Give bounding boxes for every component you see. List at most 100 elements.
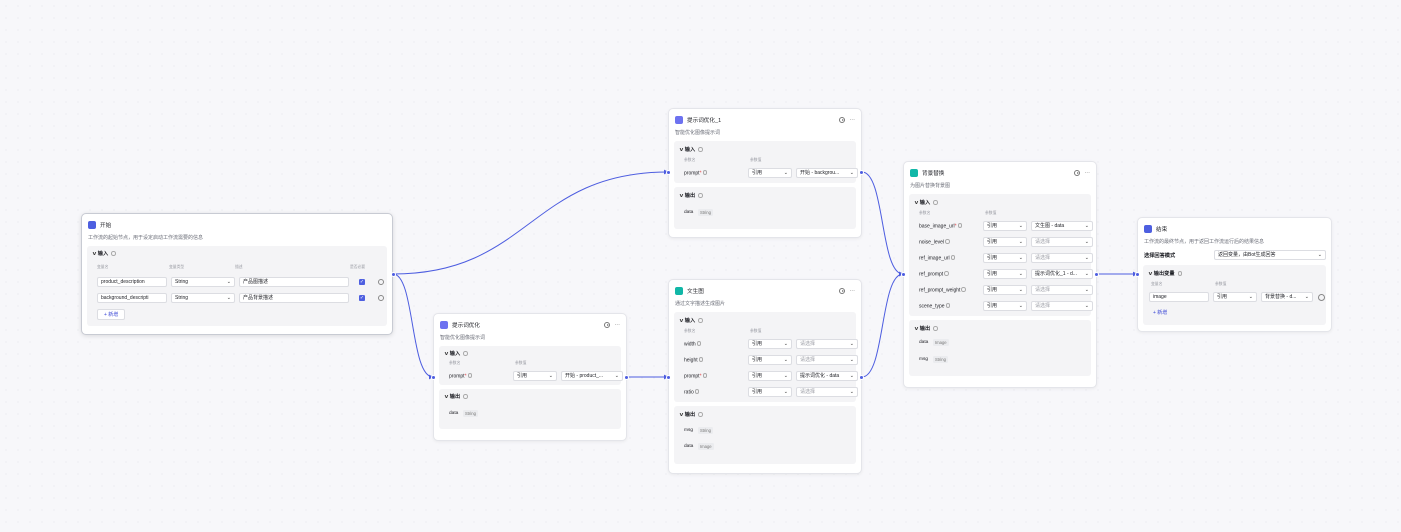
output-port[interactable] [1094, 272, 1099, 277]
output-label: 输出 [684, 412, 696, 418]
ref-value: 开始 - product_... [565, 373, 604, 379]
remove-row-icon[interactable] [1318, 294, 1325, 301]
answer-mode-select[interactable]: 返回变量，由Bot生成回答 ⌄ [1214, 250, 1326, 260]
chevron-down-icon: ⌄ [849, 170, 854, 176]
output-port[interactable] [391, 272, 396, 277]
param-label: ratio [684, 389, 700, 396]
var-name-input[interactable]: background_descripti [97, 293, 167, 303]
output-section-toggle[interactable]: v 输出变量 [1149, 270, 1183, 277]
remove-row-icon[interactable] [378, 295, 384, 301]
add-variable-button[interactable]: + 新增 [97, 309, 126, 320]
ref-type-value: 引用 [517, 373, 528, 379]
ref-value-select[interactable]: 请选择 ⌄ [1031, 253, 1093, 263]
output-port[interactable] [859, 170, 864, 175]
ref-type-select[interactable]: 引用 ⌄ [983, 253, 1027, 263]
run-icon[interactable] [839, 288, 846, 294]
remove-row-icon[interactable] [378, 279, 384, 285]
input-section-toggle[interactable]: v 输入 [680, 146, 703, 153]
ref-value-select[interactable]: 请选择 ⌄ [1031, 237, 1093, 247]
output-section: v 输出 msg String data Image [674, 406, 856, 464]
output-port[interactable] [859, 375, 864, 380]
input-port[interactable] [431, 375, 436, 380]
required-checkbox[interactable]: ✓ [359, 295, 365, 301]
var-desc-input[interactable]: 产品图描述 [239, 277, 349, 287]
run-icon[interactable] [839, 117, 846, 123]
input-port[interactable] [666, 170, 671, 175]
more-icon[interactable]: ··· [849, 287, 855, 295]
node-text-to-image[interactable]: 文生图 ··· 通过文字描述生成图片 v 输入 参数名 参数值 width 引用 ⌄ … [666, 279, 864, 474]
output-section-toggle[interactable]: v 输出 [445, 393, 468, 400]
ref-value: 提示词优化_1 - d... [1035, 271, 1077, 277]
input-port[interactable] [1135, 272, 1140, 277]
required-checkbox[interactable]: ✓ [359, 279, 365, 285]
ref-value-select[interactable]: 开始 - product_... ⌄ [561, 371, 623, 381]
output-section-toggle[interactable]: v 输出 [915, 325, 938, 332]
ref-type-select[interactable]: 引用 ⌄ [748, 168, 792, 178]
ref-type-select[interactable]: 引用 ⌄ [748, 339, 792, 349]
run-icon[interactable] [1074, 170, 1081, 176]
node-prompt-optimize[interactable]: 提示词优化 ··· 智能优化图像提示词 v 输入 参数名 参数值 prompt* 引… [431, 313, 629, 441]
node-end[interactable]: 结束 工作流的最终节点，用于返回工作流运行后的结果信息 选择回答模式 返回变量，… [1135, 217, 1332, 332]
col-header-type: 变量类型 [169, 265, 185, 269]
ref-type-select[interactable]: 引用 ⌄ [1213, 292, 1257, 302]
ref-value-select[interactable]: 背景替换 - d... ⌄ [1261, 292, 1313, 302]
input-section-toggle[interactable]: v 输入 [915, 199, 938, 206]
run-icon[interactable] [604, 322, 611, 328]
node-prompt-optimize-1[interactable]: 提示词优化_1 ··· 智能优化图像提示词 v 输入 参数名 参数值 prompt*… [666, 108, 864, 238]
col-header-desc: 描述 [235, 265, 243, 269]
ref-value-select[interactable]: 提示词优化_1 - d... ⌄ [1031, 269, 1093, 279]
ref-value-select[interactable]: 文生图 - data ⌄ [1031, 221, 1093, 231]
input-section-toggle[interactable]: v 输入 [680, 317, 703, 324]
ref-type-select[interactable]: 引用 ⌄ [748, 387, 792, 397]
input-port[interactable] [901, 272, 906, 277]
more-icon[interactable]: ··· [1084, 169, 1090, 177]
ref-value-select[interactable]: 提示词优化 - data ⌄ [796, 371, 858, 381]
output-section-toggle[interactable]: v 输出 [680, 411, 703, 418]
ref-type-select[interactable]: 引用 ⌄ [983, 285, 1027, 295]
ref-type-select[interactable]: 引用 ⌄ [513, 371, 557, 381]
input-section-toggle[interactable]: v 输入 [93, 250, 116, 257]
more-icon[interactable]: ··· [614, 321, 620, 329]
ref-type-select[interactable]: 引用 ⌄ [748, 355, 792, 365]
node-start[interactable]: 开始 工作流的起始节点，用于设定启动工作流需要的信息 v 输入 变量名 变量类型 … [81, 213, 396, 335]
var-name-input[interactable]: image [1149, 292, 1209, 302]
param-label: scene_type [919, 303, 951, 310]
ref-value-select[interactable]: 请选择 ⌄ [796, 387, 858, 397]
var-type-select[interactable]: String ⌄ [171, 277, 235, 287]
ref-value-select[interactable]: 请选择 ⌄ [1031, 301, 1093, 311]
chevron-down-icon: v [679, 192, 684, 199]
ref-value-select[interactable]: 请选择 ⌄ [796, 339, 858, 349]
output-var-name: msg [684, 428, 694, 433]
ref-type-select[interactable]: 引用 ⌄ [983, 237, 1027, 247]
ref-type-select[interactable]: 引用 ⌄ [983, 301, 1027, 311]
ref-type-select[interactable]: 引用 ⌄ [748, 371, 792, 381]
info-icon [957, 223, 963, 228]
param-name: prompt [684, 170, 700, 177]
ref-value-select[interactable]: 开始 - backgrou... ⌄ [796, 168, 858, 178]
param-label: prompt* [449, 373, 473, 380]
chevron-down-icon: ⌄ [548, 373, 553, 379]
var-desc-input[interactable]: 产品背景描述 [239, 293, 349, 303]
ref-value: 请选择 [800, 389, 816, 395]
output-section-toggle[interactable]: v 输出 [680, 192, 703, 199]
ref-type-value: 引用 [752, 389, 763, 395]
chevron-down-icon: ⌄ [783, 170, 788, 176]
input-section-toggle[interactable]: v 输入 [445, 350, 468, 357]
ref-type-value: 引用 [752, 170, 763, 176]
ref-type-select[interactable]: 引用 ⌄ [983, 269, 1027, 279]
output-type-badge: Image [933, 339, 949, 346]
param-name: noise_level [919, 239, 945, 246]
ref-type-select[interactable]: 引用 ⌄ [983, 221, 1027, 231]
input-port[interactable] [666, 375, 671, 380]
ref-value-select[interactable]: 请选择 ⌄ [796, 355, 858, 365]
var-type-select[interactable]: String ⌄ [171, 293, 235, 303]
ref-value-select[interactable]: 请选择 ⌄ [1031, 285, 1093, 295]
node-background-replace[interactable]: 背景替换 ··· 为图片替换背景图 v 输入 参数名 参数值 base_image_… [901, 161, 1099, 388]
output-type-badge: String [698, 209, 713, 216]
add-variable-button[interactable]: + 新增 [1153, 309, 1167, 316]
output-port[interactable] [624, 375, 629, 380]
workflow-canvas[interactable]: 开始 工作流的起始节点，用于设定启动工作流需要的信息 v 输入 变量名 变量类型 … [0, 0, 1401, 532]
more-icon[interactable]: ··· [849, 116, 855, 124]
var-name-input[interactable]: product_description [97, 277, 167, 287]
ref-value: 请选择 [800, 341, 816, 347]
